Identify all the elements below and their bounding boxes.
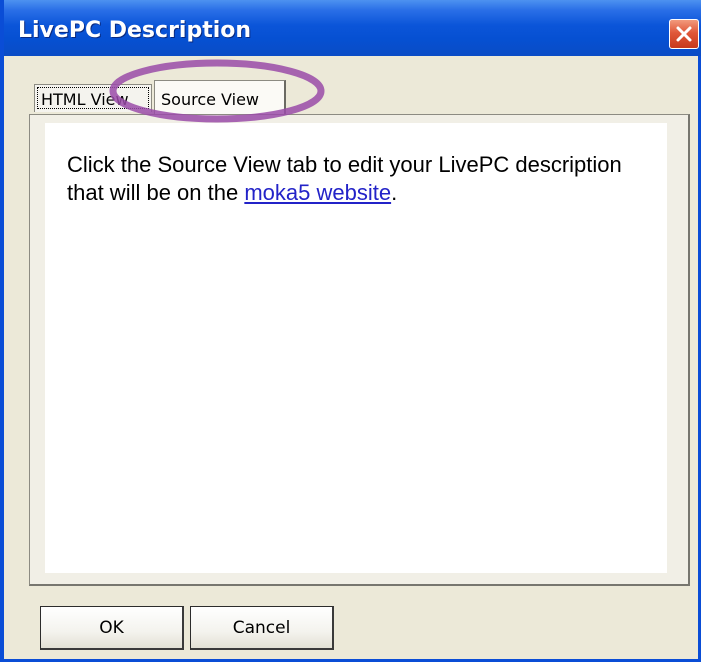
moka5-website-link[interactable]: moka5 website <box>244 180 391 205</box>
tab-html-view[interactable]: HTML View <box>34 84 152 112</box>
title-bar[interactable]: LivePC Description <box>4 0 701 56</box>
description-area[interactable]: Click the Source View tab to edit your L… <box>45 123 667 573</box>
tab-source-view[interactable]: Source View <box>154 80 286 115</box>
description-text-end: . <box>391 180 398 205</box>
dialog-window: LivePC Description HTML View Source View… <box>0 0 701 662</box>
tab-source-view-label: Source View <box>161 90 260 109</box>
tab-panel: Click the Source View tab to edit your L… <box>29 114 690 586</box>
close-button[interactable] <box>669 19 699 49</box>
ok-button[interactable]: OK <box>40 606 184 650</box>
cancel-button[interactable]: Cancel <box>190 606 334 650</box>
tab-html-view-label: HTML View <box>41 90 129 109</box>
description-text: Click the Source View tab to edit your L… <box>67 151 657 207</box>
window-title: LivePC Description <box>18 18 252 43</box>
close-icon <box>676 26 692 42</box>
